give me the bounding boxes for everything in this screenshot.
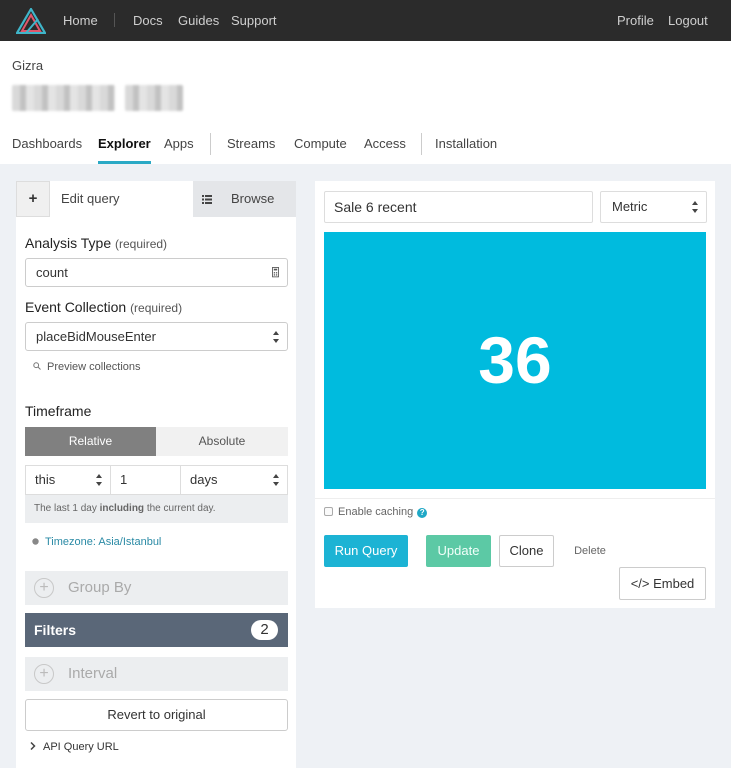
nav-guides[interactable]: Guides [178, 13, 219, 28]
new-query-button[interactable]: + [16, 181, 50, 217]
plus-circle-icon: + [34, 578, 54, 598]
timeframe-absolute-button[interactable]: Absolute [156, 427, 288, 456]
relativity-select[interactable]: this [26, 466, 111, 494]
analysis-type-label-text: Analysis Type [25, 235, 112, 251]
redacted-project-name-2 [125, 85, 183, 111]
timeframe-note-pre: The last 1 day [34, 503, 100, 514]
keen-logo-icon[interactable] [16, 8, 46, 34]
filters-label: Filters [34, 622, 77, 638]
unit-value: days [190, 472, 218, 487]
calculator-icon [272, 267, 279, 278]
divider [315, 498, 715, 499]
timeframe-description: The last 1 day including the current day… [25, 495, 288, 523]
unit-select[interactable]: days [181, 466, 287, 494]
plus-circle-icon: + [34, 664, 54, 684]
relative-timeframe-row: this 1 days [25, 465, 288, 495]
required-marker: (required) [115, 237, 168, 251]
required-marker: (required) [130, 301, 183, 315]
group-by-section[interactable]: + Group By [25, 571, 288, 605]
analysis-type-select[interactable]: count [25, 258, 288, 287]
query-name-input[interactable]: Sale 6 recent [324, 191, 593, 223]
updown-arrows-icon [273, 474, 279, 486]
updown-arrows-icon [692, 201, 698, 213]
timezone-link[interactable]: Timezone: Asia/Istanbul [32, 536, 161, 548]
event-collection-select[interactable]: placeBidMouseEnter [25, 322, 288, 351]
preview-collections-link[interactable]: Preview collections [33, 361, 141, 373]
updown-arrows-icon [273, 331, 279, 343]
event-collection-label-text: Event Collection [25, 299, 127, 315]
browse-tab-label: Browse [231, 191, 275, 206]
metric-visualization: 36 [324, 232, 706, 489]
visualization-type-value: Metric [612, 199, 648, 214]
edit-query-tab[interactable]: Edit query [50, 181, 193, 217]
api-query-url-toggle[interactable]: API Query URL [30, 741, 119, 753]
timeframe-label: Timeframe [25, 403, 92, 419]
tab-installation[interactable]: Installation [435, 136, 497, 151]
run-query-button[interactable]: Run Query [324, 535, 408, 567]
interval-section[interactable]: + Interval [25, 657, 288, 691]
active-tab-indicator [98, 161, 151, 164]
timeframe-note-bold: including [99, 503, 145, 514]
query-builder-panel: + Edit query Browse Analysis Type (requi… [16, 181, 296, 768]
filters-section[interactable]: Filters 2 [25, 613, 288, 647]
tab-apps[interactable]: Apps [164, 136, 194, 151]
revert-to-original-button[interactable]: Revert to original [25, 699, 288, 731]
nav-logout[interactable]: Logout [668, 13, 708, 28]
clone-button[interactable]: Clone [499, 535, 554, 567]
redacted-project-name [12, 85, 115, 111]
tab-access[interactable]: Access [364, 136, 406, 151]
metric-value: 36 [478, 323, 552, 397]
nav-docs[interactable]: Docs [133, 13, 163, 28]
search-icon [33, 362, 41, 370]
tab-streams[interactable]: Streams [227, 136, 275, 151]
tab-compute[interactable]: Compute [294, 136, 347, 151]
tab-explorer[interactable]: Explorer [98, 136, 151, 151]
relativity-value: this [35, 472, 56, 487]
update-button[interactable]: Update [426, 535, 491, 567]
checkbox-icon[interactable] [324, 507, 333, 516]
group-by-label: Group By [68, 579, 132, 596]
list-icon [202, 195, 212, 204]
tab-dashboards[interactable]: Dashboards [12, 136, 82, 151]
delete-button[interactable]: Delete [567, 535, 613, 567]
event-collection-value: placeBidMouseEnter [36, 329, 156, 344]
nav-support[interactable]: Support [231, 13, 277, 28]
tab-separator [210, 133, 211, 155]
org-name: Gizra [12, 58, 44, 73]
project-header: Gizra Dashboards Explorer Apps Streams C… [0, 41, 731, 164]
results-panel: Sale 6 recent Metric 36 Enable caching? … [315, 181, 715, 608]
tab-separator [421, 133, 422, 155]
nav-home[interactable]: Home [63, 13, 98, 28]
updown-arrows-icon [96, 474, 102, 486]
browse-tab[interactable]: Browse [193, 181, 296, 217]
interval-label: Interval [68, 665, 118, 682]
timezone-text: Timezone: Asia/Istanbul [45, 536, 162, 548]
api-query-url-text: API Query URL [43, 741, 119, 753]
embed-button[interactable]: </> Embed [619, 567, 706, 600]
timeframe-note-post: the current day. [144, 503, 216, 514]
visualization-type-select[interactable]: Metric [600, 191, 707, 223]
analysis-type-label: Analysis Type (required) [25, 235, 167, 251]
chevron-right-icon [30, 741, 36, 751]
filters-count-badge: 2 [251, 620, 278, 640]
enable-caching-checkbox[interactable]: Enable caching? [324, 506, 428, 518]
top-navbar: Home Docs Guides Support Profile Logout [0, 0, 731, 41]
nav-profile[interactable]: Profile [617, 13, 654, 28]
amount-input[interactable]: 1 [111, 466, 181, 494]
analysis-type-value: count [36, 265, 68, 280]
preview-collections-text: Preview collections [47, 361, 141, 373]
enable-caching-label: Enable caching [338, 506, 414, 518]
nav-separator [114, 13, 115, 27]
timeframe-relative-button[interactable]: Relative [25, 427, 156, 456]
globe-icon [32, 538, 39, 545]
help-icon[interactable]: ? [417, 508, 428, 518]
event-collection-label: Event Collection (required) [25, 299, 182, 315]
